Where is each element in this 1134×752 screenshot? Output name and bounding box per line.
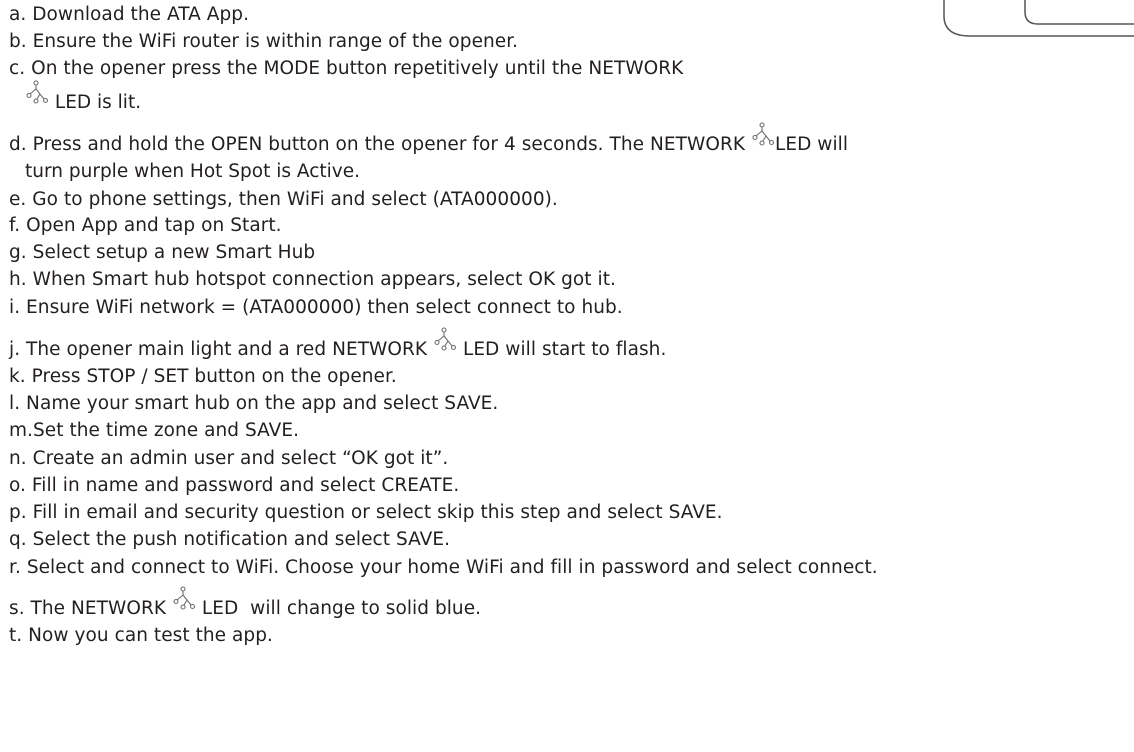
instruction-page: a. Download the ATA App. b. Ensure the W… [0,0,1134,752]
network-icon [433,327,457,351]
step-n: n. Create an admin user and select “OK g… [9,448,449,469]
step-c-continuation-text: LED is lit. [49,92,142,113]
step-b: b. Ensure the WiFi router is within rang… [9,31,519,52]
network-icon [25,80,49,104]
device-illustration [943,0,1134,37]
step-l: l. Name your smart hub on the app and se… [9,393,499,414]
step-h: h. When Smart hub hotspot connection app… [9,269,616,290]
step-d-text: d. Press and hold the OPEN button on the… [9,134,751,155]
step-j-text: j. The opener main light and a red NETWO… [9,339,434,360]
step-k: k. Press STOP / SET button on the opener… [9,366,397,387]
step-j-text-after: LED will start to flash. [457,339,667,360]
step-s-text-after: LED will change to solid blue. [196,598,482,619]
step-g: g. Select setup a new Smart Hub [9,242,316,263]
step-d-continuation: turn purple when Hot Spot is Active. [25,161,360,182]
step-t: t. Now you can test the app. [9,625,273,646]
step-j: j. The opener main light and a red NETWO… [9,327,667,361]
step-i: i. Ensure WiFi network = (ATA000000) the… [9,297,623,318]
step-c-continuation: LED is lit. [25,80,142,114]
step-s-text: s. The NETWORK [9,598,172,619]
step-e: e. Go to phone settings, then WiFi and s… [9,189,558,210]
step-a: a. Download the ATA App. [9,4,250,25]
step-m: m.Set the time zone and SAVE. [9,420,300,441]
step-s: s. The NETWORK LED will change to solid … [9,586,482,620]
step-c: c. On the opener press the MODE button r… [9,58,684,79]
step-o: o. Fill in name and password and select … [9,475,460,496]
network-icon [751,122,775,146]
step-f: f. Open App and tap on Start. [9,215,282,236]
step-p: p. Fill in email and security question o… [9,502,723,523]
step-d-text-after: LED will [774,134,849,155]
step-d: d. Press and hold the OPEN button on the… [9,122,849,156]
step-r: r. Select and connect to WiFi. Choose yo… [9,557,878,578]
network-icon [172,586,196,610]
step-q: q. Select the push notification and sele… [9,529,451,550]
